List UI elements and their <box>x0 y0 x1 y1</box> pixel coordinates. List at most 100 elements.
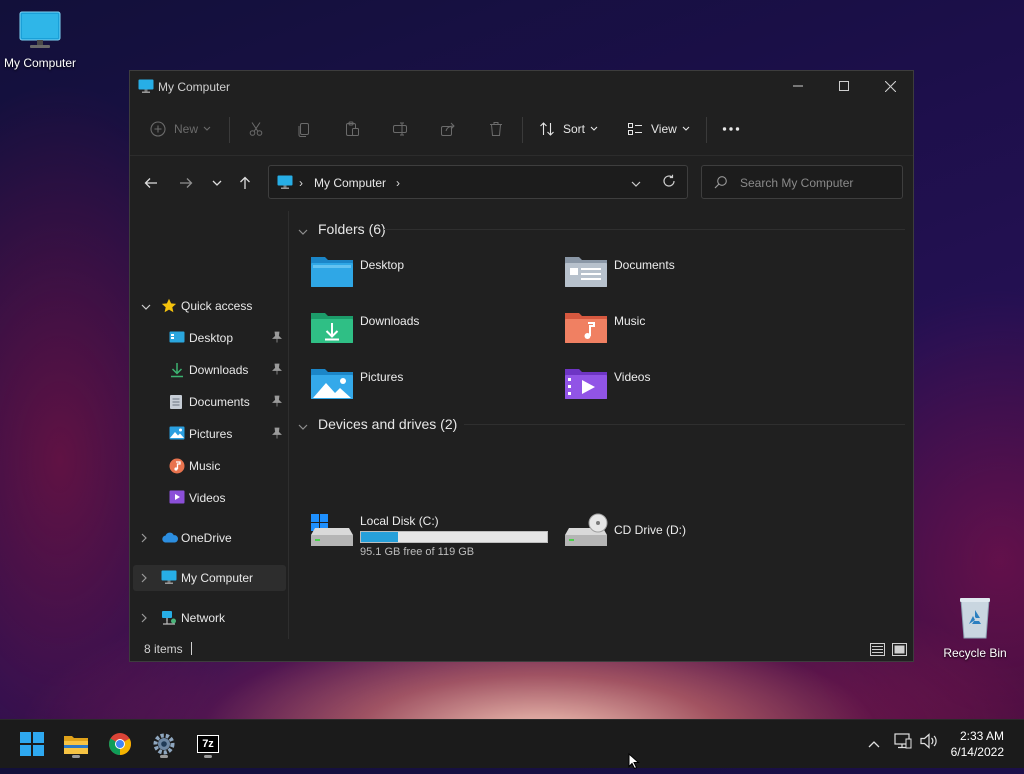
item-count: 8 items <box>144 642 183 656</box>
folder-tile-music[interactable]: Music <box>564 309 804 355</box>
document-icon <box>169 394 183 413</box>
network-icon <box>161 610 177 629</box>
file-explorer-icon <box>64 736 88 754</box>
title-bar[interactable]: My Computer <box>130 71 913 103</box>
running-indicator <box>72 755 80 758</box>
clock-date: 6/14/2022 <box>950 745 1004 759</box>
running-indicator <box>160 755 168 758</box>
hard-drive-windows-icon <box>310 513 354 556</box>
start-button[interactable] <box>16 728 48 760</box>
recent-locations-button[interactable] <box>204 171 230 195</box>
folder-tile-downloads[interactable]: Downloads <box>310 309 550 355</box>
taskbar-7zip[interactable]: 7z <box>192 728 224 760</box>
folder-tile-pictures[interactable]: Pictures <box>310 365 550 411</box>
more-options-button[interactable] <box>722 117 740 141</box>
navigation-bar: › My Computer › <box>130 165 913 201</box>
chevron-right-icon[interactable]: › <box>396 176 400 190</box>
new-button[interactable]: New <box>150 117 211 141</box>
network-status-icon <box>894 733 912 749</box>
paste-button[interactable] <box>344 117 360 141</box>
sidebar-item-documents[interactable]: Documents <box>133 389 286 415</box>
sidebar-item-onedrive[interactable]: OneDrive <box>133 525 286 551</box>
drive-tile-cd-drive-d[interactable]: CD Drive (D:) <box>564 513 814 563</box>
view-label: View <box>651 122 677 136</box>
taskbar-file-explorer[interactable] <box>60 728 92 760</box>
sidebar-item-network[interactable]: Network <box>133 605 286 631</box>
address-bar[interactable]: › My Computer › <box>268 165 688 199</box>
desktop-icon-label: Recycle Bin <box>943 646 1007 660</box>
maximize-button[interactable] <box>821 71 867 101</box>
volume-button[interactable] <box>920 733 938 754</box>
folder-tile-desktop[interactable]: Desktop <box>310 253 550 299</box>
chevron-right-icon[interactable]: › <box>299 176 303 190</box>
pictures-icon <box>169 426 185 443</box>
navigation-pane: Quick access Desktop Downloads Documents… <box>130 211 288 639</box>
cut-button[interactable] <box>248 117 264 141</box>
sidebar-item-music[interactable]: Music <box>133 453 286 479</box>
delete-button[interactable] <box>488 117 504 141</box>
sidebar-item-desktop[interactable]: Desktop <box>133 325 286 351</box>
sidebar-item-label: My Computer <box>181 571 254 585</box>
drive-usage-bar <box>360 531 548 543</box>
paste-icon <box>346 121 359 136</box>
sidebar-item-label: Documents <box>189 395 250 409</box>
chevron-right-icon[interactable] <box>141 572 148 586</box>
sidebar-item-label: Pictures <box>189 427 233 441</box>
desktop-my-computer-shortcut[interactable]: My Computer <box>2 10 78 70</box>
folder-tile-videos[interactable]: Videos <box>564 365 804 411</box>
copy-button[interactable] <box>296 117 312 141</box>
arrow-left-icon <box>144 178 157 188</box>
pane-splitter[interactable] <box>288 211 289 639</box>
folder-tile-documents[interactable]: Documents <box>564 253 804 299</box>
7zip-label: 7z <box>198 736 218 752</box>
sidebar-item-quick-access[interactable]: Quick access <box>133 293 286 319</box>
pictures-folder-icon <box>310 365 354 406</box>
share-button[interactable] <box>440 117 456 141</box>
search-input[interactable] <box>740 174 890 192</box>
folder-label: Desktop <box>360 258 405 272</box>
sidebar-item-my-computer[interactable]: My Computer <box>133 565 286 591</box>
details-view-button[interactable] <box>869 642 885 656</box>
up-button[interactable] <box>232 171 258 195</box>
chevron-right-icon[interactable] <box>141 532 148 546</box>
arrow-right-icon <box>180 178 193 188</box>
drive-label: CD Drive (D:) <box>614 523 686 537</box>
back-button[interactable] <box>138 171 164 195</box>
monitor-icon <box>161 570 177 588</box>
pin-icon <box>272 363 282 378</box>
onedrive-icon <box>161 532 179 546</box>
desktop-recycle-bin[interactable]: Recycle Bin <box>940 596 1010 660</box>
address-dropdown-button[interactable] <box>631 175 641 193</box>
search-box[interactable] <box>701 165 903 199</box>
minimize-button[interactable] <box>775 71 821 101</box>
desktop-folder-icon <box>310 253 354 294</box>
breadcrumb-my-computer[interactable]: My Computer <box>314 176 386 190</box>
refresh-button[interactable] <box>662 174 676 193</box>
folder-label: Documents <box>614 258 675 272</box>
taskbar-clock[interactable]: 2:33 AM 6/14/2022 <box>951 728 1004 760</box>
drive-tile-local-disk-c[interactable]: Local Disk (C:) 95.1 GB free of 119 GB <box>310 513 560 563</box>
rename-button[interactable] <box>392 117 408 141</box>
videos-folder-icon <box>564 365 608 406</box>
view-button[interactable]: View <box>627 117 690 141</box>
sidebar-item-label: OneDrive <box>181 531 232 545</box>
group-label: Devices and drives (2) <box>318 416 458 432</box>
large-icons-view-button[interactable] <box>891 642 907 656</box>
pin-icon <box>272 331 282 346</box>
cd-drive-icon <box>564 513 608 556</box>
chevron-down-icon[interactable] <box>141 300 151 314</box>
toolbar-separator <box>706 117 707 143</box>
taskbar-settings[interactable] <box>148 728 180 760</box>
close-button[interactable] <box>867 71 913 101</box>
sort-button[interactable]: Sort <box>539 117 598 141</box>
sidebar-item-pictures[interactable]: Pictures <box>133 421 286 447</box>
toolbar-separator <box>229 117 230 143</box>
mouse-pointer-icon <box>628 752 640 774</box>
sidebar-item-downloads[interactable]: Downloads <box>133 357 286 383</box>
forward-button[interactable] <box>173 171 199 195</box>
chevron-right-icon[interactable] <box>141 612 148 626</box>
taskbar-chrome[interactable] <box>104 728 136 760</box>
network-status-button[interactable] <box>894 733 912 754</box>
sidebar-item-videos[interactable]: Videos <box>133 485 286 511</box>
show-hidden-icons-button[interactable] <box>868 735 880 753</box>
